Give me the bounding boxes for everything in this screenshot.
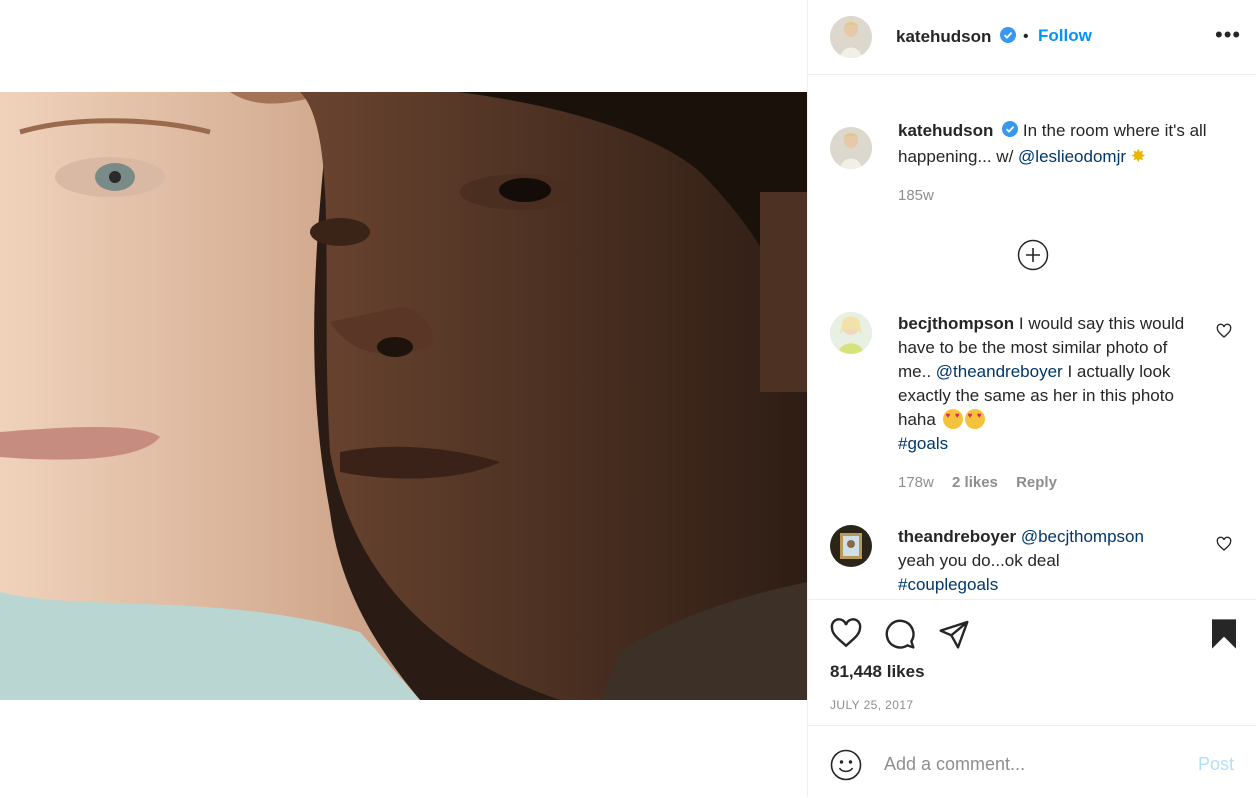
share-paper-plane-icon[interactable] [938, 618, 970, 655]
header-separator: • [1023, 28, 1029, 45]
like-heart-icon[interactable] [830, 618, 862, 653]
load-more-comments-icon[interactable] [1017, 239, 1049, 276]
likes-count[interactable]: 81,448 likes [830, 662, 925, 682]
media-panel [0, 0, 807, 797]
comment-text: becjthompson I would say this would have… [898, 312, 1188, 456]
avatar[interactable] [830, 16, 872, 58]
caption-time: 185w [898, 187, 934, 204]
caption-mention-link[interactable]: @leslieodomjr [1018, 147, 1126, 166]
comment-avatar-image [830, 312, 872, 354]
comment-time: 178w [898, 474, 934, 491]
post-comment-button[interactable]: Post [1198, 754, 1234, 775]
comment-meta: 178w 2 likes Reply [898, 474, 1057, 491]
heart-eyes-emoji [964, 409, 985, 429]
header-user: katehudson [896, 27, 1016, 48]
heart-eyes-emoji [942, 409, 963, 429]
caption-text: katehudson In the room where it's all ha… [898, 119, 1228, 169]
comment-text: theandreboyer @becjthompson yeah you do.… [898, 525, 1198, 597]
like-comment-heart-icon[interactable] [1216, 323, 1232, 344]
post-sidebar: katehudson • Follow ••• katehudson In th… [808, 0, 1256, 797]
comment-bubble-icon[interactable] [884, 618, 916, 655]
follow-button[interactable]: Follow [1038, 26, 1092, 46]
post-date: JULY 25, 2017 [830, 698, 914, 712]
verified-badge-icon [1002, 120, 1019, 144]
emoji-smiley-icon[interactable] [830, 749, 862, 786]
like-comment-heart-icon[interactable] [1216, 536, 1232, 557]
comment-hashtag-link[interactable]: #goals [898, 434, 948, 453]
comment-body: yeah you do...ok deal [898, 551, 1060, 570]
caption-avatar-image [830, 127, 872, 169]
caption-avatar[interactable] [830, 127, 872, 169]
post-header: katehudson • Follow ••• [808, 0, 1256, 75]
comment-reply-button[interactable]: Reply [1016, 474, 1057, 491]
comment-hashtag-link[interactable]: #couplegoals [898, 575, 998, 594]
comment-avatar[interactable] [830, 525, 872, 567]
photo-illustration [0, 92, 807, 700]
add-comment-input[interactable]: Add a comment... [884, 754, 1025, 775]
comment-likes[interactable]: 2 likes [952, 474, 998, 491]
comment-username[interactable]: theandreboyer [898, 527, 1016, 546]
add-comment-bar: Add a comment... Post [808, 725, 1256, 798]
verified-badge-icon [999, 27, 1016, 48]
comment-avatar[interactable] [830, 312, 872, 354]
sparkle-emoji: ✸ [1130, 145, 1146, 166]
comment-avatar-image [830, 525, 872, 567]
post-photo[interactable] [0, 92, 807, 700]
caption-username[interactable]: katehudson [898, 121, 993, 140]
more-options-icon[interactable]: ••• [1215, 24, 1241, 46]
comment-mention-link[interactable]: @becjthompson [1021, 527, 1144, 546]
post-actions: 81,448 likes JULY 25, 2017 [808, 599, 1256, 726]
saved-bookmark-icon[interactable] [1210, 618, 1238, 655]
avatar-image [830, 16, 872, 58]
comments-list: katehudson In the room where it's all ha… [808, 75, 1256, 599]
comment-mention-link[interactable]: @theandreboyer [936, 362, 1063, 381]
comment-username[interactable]: becjthompson [898, 314, 1014, 333]
header-username[interactable]: katehudson [896, 27, 991, 46]
